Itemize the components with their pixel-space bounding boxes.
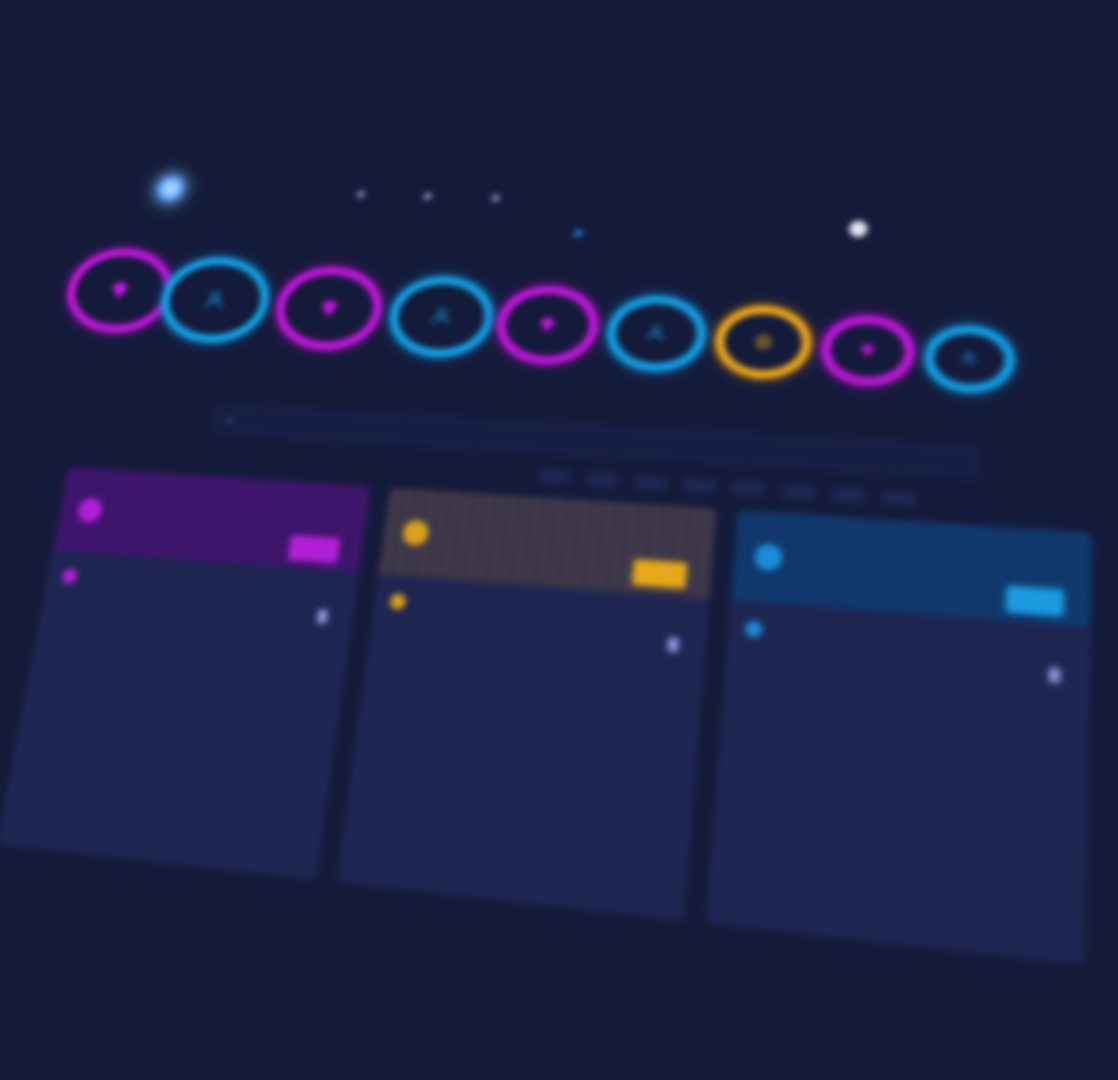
main-nav <box>356 188 505 204</box>
column-3 <box>705 509 1093 966</box>
filter-chip[interactable] <box>632 473 669 492</box>
column-body <box>705 600 1091 966</box>
row-list <box>732 666 1071 836</box>
category-icon <box>76 497 104 524</box>
row-list <box>377 637 688 729</box>
subheader-icon <box>744 620 763 639</box>
document-icon <box>667 637 680 653</box>
dashboard-board: ⌕ <box>0 165 1109 991</box>
logo[interactable] <box>153 174 192 204</box>
category-button-4[interactable] <box>384 274 498 360</box>
diamond-icon <box>89 269 150 313</box>
column-body <box>336 574 710 921</box>
user-icon <box>413 296 470 337</box>
category-button-2[interactable] <box>154 255 276 346</box>
category-strip <box>59 246 1065 429</box>
column-body <box>0 550 359 880</box>
right-tools <box>819 220 874 238</box>
filter-chip[interactable] <box>584 470 620 489</box>
filter-icon <box>491 194 500 202</box>
document-count <box>1048 667 1068 684</box>
user-icon <box>184 278 245 322</box>
coin-icon <box>739 324 788 360</box>
diamond-icon <box>844 334 890 368</box>
category-icon <box>753 543 784 572</box>
user-icon <box>948 343 992 375</box>
column-2 <box>336 487 717 921</box>
column-action-button[interactable] <box>1005 585 1065 617</box>
category-button-8[interactable] <box>819 313 917 388</box>
search-icon: ⌕ <box>226 412 235 426</box>
settings-icon <box>423 192 432 200</box>
category-icon <box>401 519 431 547</box>
user-menu[interactable] <box>848 220 874 238</box>
nav-item-1[interactable] <box>356 188 370 200</box>
nav-item-3[interactable] <box>491 192 505 204</box>
document-count <box>667 637 685 653</box>
column-action-button[interactable] <box>287 534 341 564</box>
filter-chip[interactable] <box>830 485 868 505</box>
column-action-button[interactable] <box>631 558 688 589</box>
subheader-icon <box>389 593 407 611</box>
subheader-icon <box>60 567 79 585</box>
dashboard-icon <box>356 190 365 198</box>
diamond-icon <box>299 287 358 330</box>
sub-bar[interactable] <box>565 229 583 237</box>
category-button-1[interactable] <box>59 246 180 336</box>
category-button-5[interactable] <box>492 284 603 367</box>
avatar <box>848 220 868 238</box>
filter-chip[interactable] <box>881 488 919 508</box>
filter-chip[interactable] <box>681 476 718 495</box>
row-list <box>20 610 334 829</box>
logo-orb-icon <box>153 174 188 204</box>
category-button-6[interactable] <box>603 293 710 374</box>
status-dot-icon <box>573 229 583 237</box>
document-count <box>316 609 334 624</box>
category-button-9[interactable] <box>923 323 1016 395</box>
column-subheader <box>60 564 341 609</box>
diamond-icon <box>520 305 574 344</box>
filter-chip[interactable] <box>780 482 817 501</box>
document-icon <box>316 609 329 624</box>
category-button-3[interactable] <box>270 264 388 353</box>
column-1 <box>0 467 371 880</box>
scene: ⌕ <box>0 0 1118 1080</box>
filter-chip[interactable] <box>730 479 767 498</box>
column-subheader <box>744 616 1072 667</box>
category-button-7[interactable] <box>712 303 814 382</box>
filter-chip[interactable] <box>536 468 573 486</box>
document-icon <box>1048 667 1061 684</box>
column-subheader <box>389 589 692 636</box>
top-bar <box>151 166 1067 246</box>
user-icon <box>630 315 682 353</box>
nav-item-2[interactable] <box>423 190 437 202</box>
